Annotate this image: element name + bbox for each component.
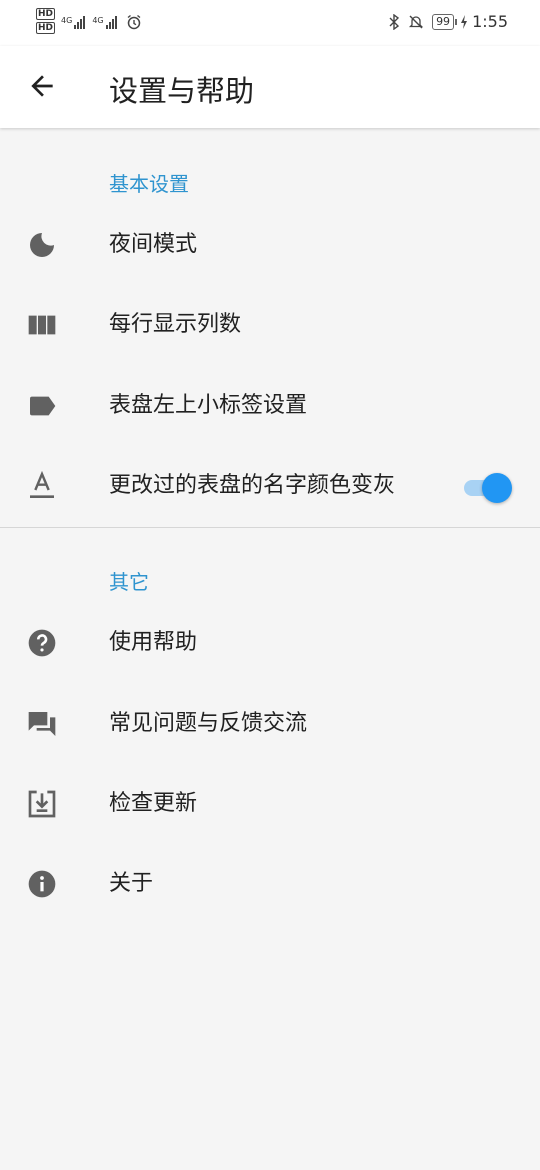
download-box-icon bbox=[28, 790, 56, 818]
hd-badge-2: HD bbox=[36, 22, 56, 34]
setting-corner-label[interactable]: 表盘左上小标签设置 bbox=[0, 366, 540, 446]
status-bar: HD HD 4G 4G 99 1:55 bbox=[0, 0, 540, 46]
charging-icon bbox=[461, 14, 468, 29]
text-format-icon bbox=[30, 470, 54, 498]
battery-level: 99 bbox=[432, 13, 458, 30]
status-bar-left: HD HD 4G 4G bbox=[36, 8, 142, 36]
grey-names-toggle[interactable] bbox=[462, 472, 512, 503]
toggle-thumb bbox=[482, 473, 512, 503]
help-icon bbox=[28, 629, 56, 657]
setting-label: 夜间模式 bbox=[109, 232, 198, 257]
signal-icon-sim1: 4G bbox=[61, 15, 86, 29]
section-header-basic: 基本设置 bbox=[109, 172, 189, 196]
hd-badges: HD HD bbox=[36, 8, 56, 36]
menu-help[interactable]: 使用帮助 bbox=[0, 603, 540, 683]
section-header-other: 其它 bbox=[109, 570, 149, 594]
info-icon bbox=[28, 870, 56, 898]
setting-night-mode[interactable]: 夜间模式 bbox=[0, 205, 540, 285]
back-arrow-icon[interactable] bbox=[26, 70, 58, 102]
network-type-sim2: 4G bbox=[92, 15, 104, 25]
alarm-icon bbox=[127, 14, 141, 30]
moon-icon bbox=[30, 233, 54, 257]
menu-about[interactable]: 关于 bbox=[0, 844, 540, 924]
setting-label: 每行显示列数 bbox=[109, 312, 242, 337]
bluetooth-icon bbox=[389, 13, 400, 30]
forum-icon bbox=[28, 712, 56, 736]
setting-columns-per-row[interactable]: 每行显示列数 bbox=[0, 285, 540, 365]
setting-label: 表盘左上小标签设置 bbox=[109, 393, 308, 418]
section-divider bbox=[0, 527, 540, 528]
menu-label: 关于 bbox=[109, 871, 154, 896]
setting-grey-modified-names[interactable]: 更改过的表盘的名字颜色变灰 bbox=[0, 446, 540, 526]
status-bar-right: 99 1:55 bbox=[388, 12, 508, 31]
app-bar: 设置与帮助 bbox=[0, 46, 540, 128]
columns-icon bbox=[28, 315, 56, 335]
page-title: 设置与帮助 bbox=[109, 74, 255, 108]
setting-label: 更改过的表盘的名字颜色变灰 bbox=[109, 473, 396, 498]
signal-icon-sim2: 4G bbox=[92, 15, 117, 29]
menu-check-update[interactable]: 检查更新 bbox=[0, 764, 540, 844]
hd-badge-1: HD bbox=[36, 8, 56, 20]
clock: 1:55 bbox=[472, 12, 508, 31]
menu-label: 使用帮助 bbox=[109, 630, 198, 655]
menu-label: 检查更新 bbox=[109, 791, 198, 816]
network-type-sim1: 4G bbox=[61, 15, 73, 25]
label-tag-icon bbox=[30, 396, 56, 416]
bell-off-icon bbox=[408, 15, 424, 28]
menu-faq-feedback[interactable]: 常见问题与反馈交流 bbox=[0, 684, 540, 764]
menu-label: 常见问题与反馈交流 bbox=[109, 711, 308, 736]
